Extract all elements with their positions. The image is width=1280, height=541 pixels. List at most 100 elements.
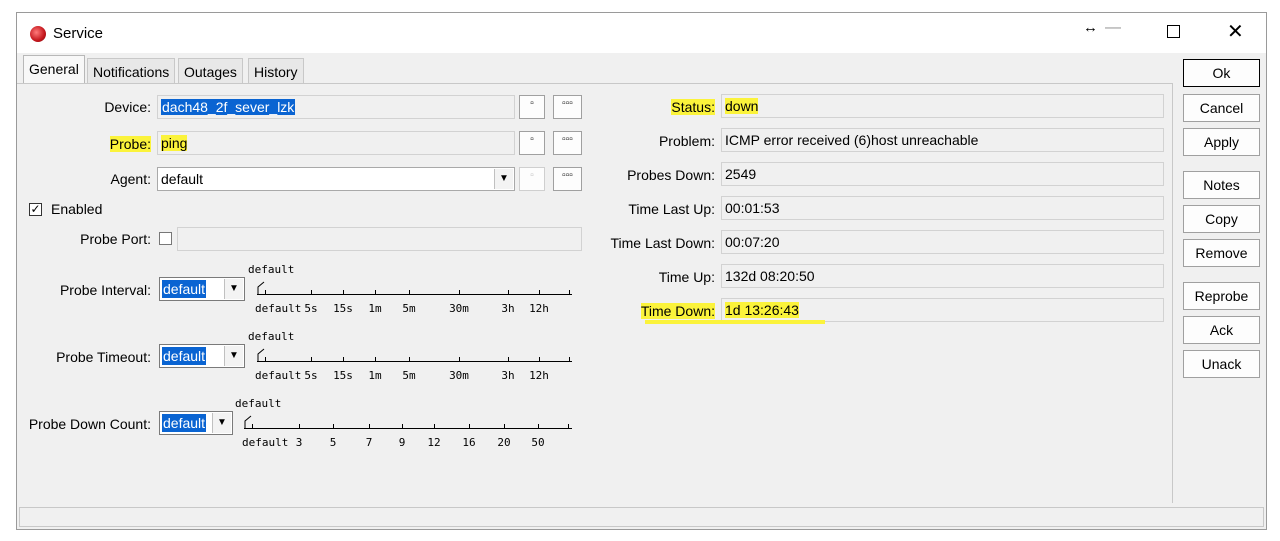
probe-timeout-tick-label: 30m (449, 369, 469, 382)
probe-interval-tick (409, 290, 410, 295)
time-last-up-field: 00:01:53 (721, 196, 1164, 220)
maximize-icon[interactable] (1167, 25, 1180, 38)
probe-timeout-tick-label: 15s (333, 369, 353, 382)
probe-interval-tick-label: 30m (449, 302, 469, 315)
probe-timeout-tick (508, 357, 509, 362)
reprobe-button[interactable]: Reprobe (1183, 282, 1260, 310)
title-bar: Service ↔ — ✕ (17, 13, 1266, 53)
minimize-icon[interactable]: — (1105, 19, 1121, 37)
probe-timeout-tick-label: 1m (368, 369, 382, 382)
close-icon[interactable]: ✕ (1227, 19, 1244, 44)
tab-notifications[interactable]: Notifications (87, 58, 176, 84)
probe-interval-tick (375, 290, 376, 295)
probe-down-count-tick (252, 424, 253, 429)
probe-down-count-tick (469, 424, 470, 429)
problem-field: ICMP error received (6)host unreachable (721, 128, 1164, 152)
probe-timeout-value: default (162, 347, 207, 365)
probe-down-count-tick-label: 9 (398, 436, 406, 449)
probe-down-count-tick (402, 424, 403, 429)
remove-button[interactable]: Remove (1183, 239, 1260, 267)
enabled-label: Enabled (51, 201, 103, 217)
tab-outages[interactable]: Outages (178, 58, 243, 84)
probe-down-count-tick (434, 424, 435, 429)
status-value: down (725, 98, 759, 114)
probe-port-checkbox[interactable] (159, 232, 172, 245)
apply-button[interactable]: Apply (1183, 128, 1260, 156)
probe-interval-tick-label: 3h (501, 302, 515, 315)
probe-down-count-tick-label: 3 (295, 436, 303, 449)
probe-interval-tick (311, 290, 312, 295)
probe-timeout-tick-label: 3h (501, 369, 515, 382)
ack-button[interactable]: Ack (1183, 316, 1260, 344)
probe-interval-tick-label: 1m (368, 302, 382, 315)
time-last-down-field: 00:07:20 (721, 230, 1164, 254)
probe-interval-tick-label: default (255, 302, 302, 315)
probe-down-count-tick-label: default (242, 436, 289, 449)
probe-interval-tick-label: 5s (304, 302, 318, 315)
probe-timeout-tick (311, 357, 312, 362)
resize-icon[interactable]: ↔ (1083, 19, 1098, 36)
probes-down-label: Probes Down: (627, 167, 715, 183)
probe-down-count-select[interactable]: default ▼ (159, 411, 233, 435)
probe-timeout-tick (265, 357, 266, 362)
probe-value: ping (161, 135, 188, 151)
probe-down-count-label: Probe Down Count: (28, 416, 151, 432)
app-icon (30, 26, 46, 42)
probe-interval-tick (569, 290, 570, 295)
probe-port-field[interactable] (177, 227, 582, 251)
probe-open-button[interactable]: ▫ (519, 131, 545, 155)
probe-timeout-select[interactable]: default ▼ (159, 344, 245, 368)
agent-label: Agent: (110, 171, 151, 187)
agent-value: default (161, 171, 204, 187)
ok-button[interactable]: Ok (1183, 59, 1260, 87)
copy-button[interactable]: Copy (1183, 205, 1260, 233)
probe-timeout-slider[interactable] (257, 361, 572, 362)
probe-timeout-label: Probe Timeout: (56, 349, 151, 365)
device-label: Device: (104, 99, 151, 115)
probes-down-field: 2549 (721, 162, 1164, 186)
probe-interval-tick-label: 15s (333, 302, 353, 315)
device-open-button[interactable]: ▫ (519, 95, 545, 119)
probe-interval-tick (508, 290, 509, 295)
cancel-button[interactable]: Cancel (1183, 94, 1260, 122)
highlight-mark (645, 320, 825, 324)
probe-interval-tick-label: 5m (402, 302, 416, 315)
chevron-down-icon[interactable]: ▼ (212, 413, 231, 433)
time-up-label: Time Up: (658, 269, 715, 285)
probe-down-count-value: default (162, 414, 207, 432)
probe-down-count-tick (369, 424, 370, 429)
probe-interval-tick (343, 290, 344, 295)
probe-field[interactable]: ping (157, 131, 515, 155)
tab-general[interactable]: General (23, 55, 85, 84)
time-last-up-label: Time Last Up: (628, 201, 715, 217)
agent-open-button: ▫ (519, 167, 545, 191)
time-last-down-label: Time Last Down: (610, 235, 715, 251)
notes-button[interactable]: Notes (1183, 171, 1260, 199)
status-bar (19, 507, 1264, 527)
probe-timeout-current: default (248, 330, 295, 343)
probe-interval-tick-label: 12h (529, 302, 549, 315)
service-window: Service ↔ — ✕ General Notifications Outa… (16, 12, 1267, 530)
unack-button[interactable]: Unack (1183, 350, 1260, 378)
probe-interval-select[interactable]: default ▼ (159, 277, 245, 301)
probe-interval-slider[interactable] (257, 294, 572, 295)
chevron-down-icon[interactable]: ▼ (494, 169, 513, 189)
probe-timeout-tick-label: 5m (402, 369, 416, 382)
device-field[interactable]: dach48_2f_sever_lzk (157, 95, 515, 119)
probe-timeout-tick (539, 357, 540, 362)
probe-interval-label: Probe Interval: (59, 282, 151, 298)
probe-timeout-tick-label: default (255, 369, 302, 382)
tab-history[interactable]: History (248, 58, 304, 84)
window-title: Service (53, 25, 104, 42)
problem-label: Problem: (658, 133, 715, 149)
chevron-down-icon[interactable]: ▼ (224, 346, 243, 366)
probe-down-count-tick (538, 424, 539, 429)
probe-timeout-tick (409, 357, 410, 362)
enabled-checkbox[interactable]: ✓ (29, 203, 42, 216)
probe-down-count-slider[interactable] (244, 428, 572, 429)
agent-select[interactable]: default ▼ (157, 167, 515, 191)
probe-down-count-tick-label: 12 (427, 436, 441, 449)
probe-timeout-tick (375, 357, 376, 362)
chevron-down-icon[interactable]: ▼ (224, 279, 243, 299)
time-down-field: 1d 13:26:43 (721, 298, 1164, 322)
